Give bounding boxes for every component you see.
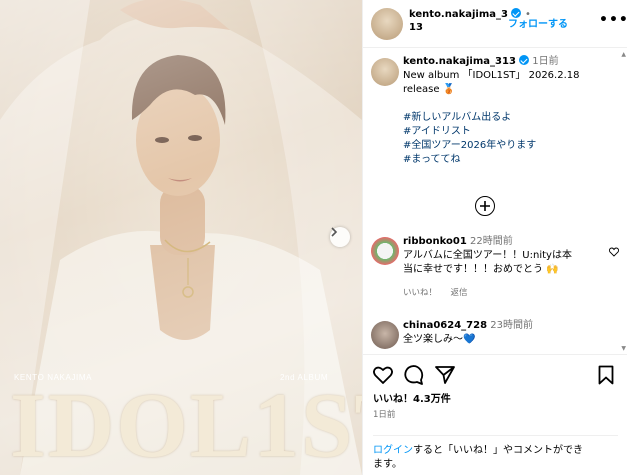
comment-actions: いいね！ 返信 (403, 286, 618, 300)
comment-username[interactable]: china0624_728 (403, 320, 487, 331)
post-date: 1日前 (373, 410, 396, 420)
load-more-comments-button[interactable] (475, 196, 495, 216)
comment-time: 22時間前 (470, 236, 513, 247)
avatar[interactable] (371, 8, 403, 40)
hashtag-link[interactable]: #新しいアルバム出るよ (403, 111, 618, 125)
comment-icon[interactable] (404, 365, 424, 385)
header-username-line2[interactable]: 13 (409, 22, 423, 33)
comment-line2: 当に幸せです！！！おめでとう 🙌 (403, 264, 559, 275)
chevron-right-icon (331, 227, 338, 237)
comment-time: 23時間前 (490, 320, 533, 331)
post-image[interactable]: KENTO NAKAJIMA 2nd ALBUM IDOL1ST (0, 0, 362, 475)
hashtag-link[interactable]: #全国ツアー2026年やります (403, 139, 618, 153)
scroll-down-arrow-icon[interactable]: ▼ (621, 345, 626, 352)
post-actions: いいね！4.3万件 1日前 ログインすると「いいね！」やコメントができ ます。 (363, 354, 627, 475)
share-icon[interactable] (435, 365, 455, 385)
next-image-button[interactable] (330, 227, 350, 247)
comment-heart-icon[interactable] (609, 247, 619, 257)
post-header: kento.nakajima_3 • 13 フォローする ••• (363, 0, 627, 48)
hashtag-link[interactable]: #アイドリスト (403, 125, 618, 139)
scroll-up-arrow-icon[interactable]: ▲ (621, 51, 626, 58)
login-link[interactable]: ログイン (373, 445, 413, 456)
caption-header: kento.nakajima_313 1日前 (403, 55, 618, 69)
comment-header: ribbonko01 22時間前 (403, 235, 618, 249)
hashtag-link[interactable]: #まっててね (403, 153, 618, 167)
login-text-end: ます。 (373, 459, 402, 470)
bookmark-icon[interactable] (598, 365, 614, 385)
comment-like-button[interactable]: いいね！ (403, 288, 437, 298)
caption-line2: release 🥉 (403, 84, 456, 95)
caption-avatar[interactable] (371, 58, 399, 86)
verified-icon (519, 55, 530, 65)
comment-line1: アルバムに全国ツアー！！U:nityは本 (403, 250, 572, 261)
login-text: すると「いいね！」やコメントができ (413, 445, 583, 456)
caption-line1: New album 「IDOL1ST」 2026.2.18 (403, 70, 580, 81)
comment-avatar[interactable] (371, 321, 399, 349)
login-prompt: ログインすると「いいね！」やコメントができ ます。 (373, 435, 618, 472)
more-options-icon[interactable]: ••• (599, 12, 627, 28)
album-title: IDOL1ST (10, 374, 362, 475)
comment-avatar[interactable] (371, 237, 399, 265)
plus-circle-icon (480, 201, 490, 211)
comment-line1: 全ツ楽しみ〜💙 (403, 334, 476, 345)
comments-section[interactable]: ▲ kento.nakajima_313 1日前 New album 「IDOL… (363, 49, 627, 354)
like-count[interactable]: いいね！4.3万件 (373, 390, 451, 405)
caption-username[interactable]: kento.nakajima_313 (403, 56, 516, 67)
comment-username[interactable]: ribbonko01 (403, 236, 467, 247)
comment-header: china0624_728 23時間前 (403, 319, 618, 333)
comment-reply-button[interactable]: 返信 (451, 288, 468, 298)
header-username-line1: kento.nakajima_3 (409, 9, 508, 20)
post-side-panel: kento.nakajima_3 • 13 フォローする ••• ▲ kento… (362, 0, 627, 475)
caption-time: 1日前 (532, 56, 559, 67)
heart-icon[interactable] (373, 366, 393, 384)
follow-button[interactable]: フォローする (508, 15, 568, 30)
